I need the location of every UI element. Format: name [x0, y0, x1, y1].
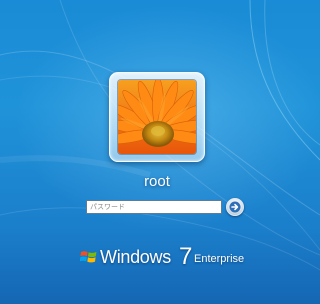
- windows-flag-icon: [80, 251, 97, 263]
- password-field[interactable]: [86, 200, 222, 214]
- product-name: Windows: [100, 247, 171, 267]
- version-number: 7: [179, 243, 193, 270]
- flower-picture-icon: [118, 80, 196, 154]
- submit-button[interactable]: [226, 198, 244, 216]
- username-label: root: [144, 173, 170, 190]
- edition-label: Enterprise: [194, 253, 245, 265]
- arrow-right-icon: [229, 201, 241, 213]
- logon-screen: root Windows 7 Enterprise: [0, 0, 320, 304]
- avatar: [118, 80, 196, 154]
- user-tile[interactable]: [109, 72, 205, 162]
